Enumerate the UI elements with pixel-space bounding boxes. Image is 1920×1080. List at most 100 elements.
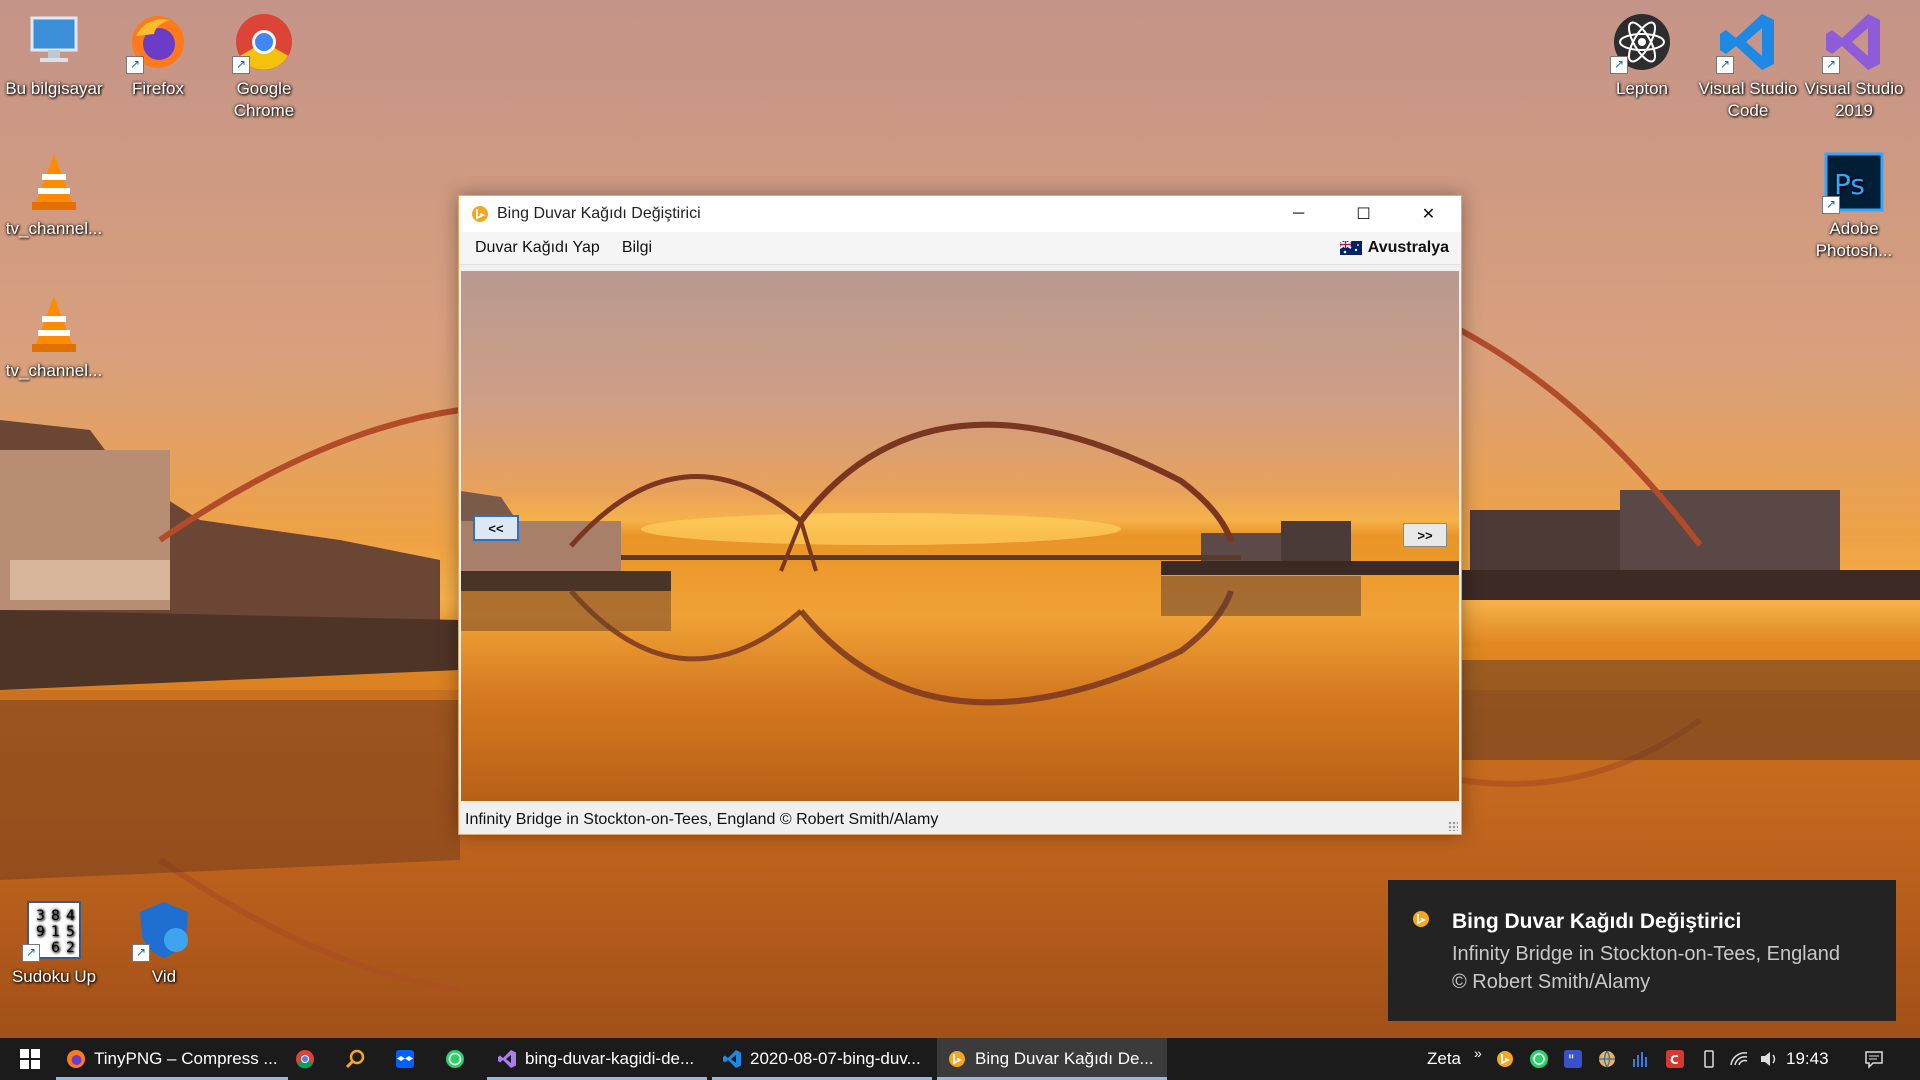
chrome-icon <box>296 1050 314 1069</box>
vlc-icon <box>22 292 86 356</box>
volume-icon[interactable] <box>1759 1049 1779 1069</box>
desktop-icon-label: Sudoku Up <box>11 967 97 986</box>
quote-app-tray-icon[interactable]: " <box>1563 1049 1583 1069</box>
computer-icon <box>22 10 86 74</box>
close-icon: ✕ <box>1421 206 1436 223</box>
sudoku-digit: 9 <box>36 924 45 940</box>
taskbar: TinyPNG – Compress ... bing-duvar-kagidi… <box>0 1038 1920 1080</box>
sudoku-digit: 4 <box>66 908 75 924</box>
taskbar-app-chrome[interactable] <box>290 1038 320 1080</box>
start-button[interactable] <box>12 1038 48 1080</box>
desktop-icon-label: Lepton <box>1616 79 1668 98</box>
next-wallpaper-button[interactable]: >> <box>1403 523 1447 547</box>
clock[interactable]: 19:43 <box>1786 1038 1829 1080</box>
bing-icon <box>1413 911 1429 927</box>
sudoku-digit: 2 <box>66 940 75 956</box>
shortcut-arrow-icon: ↗ <box>132 944 150 962</box>
ccleaner-tray-icon[interactable]: C <box>1665 1049 1685 1069</box>
desktop-icon-vscode[interactable]: ↗ Visual Studio Code <box>1696 10 1800 122</box>
minimize-button[interactable]: ─ <box>1266 196 1331 232</box>
desktop-icon-sudoku-up[interactable]: 3 8 4 9 1 5 6 2 ↗ Sudoku Up <box>2 898 106 988</box>
maximize-button[interactable]: ☐ <box>1331 196 1396 232</box>
minimize-icon: ─ <box>1292 205 1305 222</box>
taskbar-app-whatsapp[interactable] <box>440 1038 470 1080</box>
globe-tray-icon[interactable] <box>1597 1049 1617 1069</box>
taskbar-app-firefox[interactable]: TinyPNG – Compress ... <box>56 1038 288 1080</box>
desktop-icon-photoshop[interactable]: Ps ↗ Adobe Photosh... <box>1802 150 1906 262</box>
sudoku-digit: 6 <box>51 940 60 956</box>
menu-bar: Duvar Kağıdı Yap Bilgi Avustralya <box>459 232 1461 265</box>
svg-text:": " <box>1568 1053 1574 1069</box>
sudoku-icon: 3 8 4 9 1 5 6 2 ↗ <box>22 898 86 962</box>
desktop-icon-this-pc[interactable]: Bu bilgisayar <box>2 10 106 100</box>
bing-tray-icon[interactable] <box>1495 1049 1515 1069</box>
title-bar[interactable]: Bing Duvar Kağıdı Değiştirici ─ ☐ ✕ <box>459 196 1461 232</box>
menu-set-wallpaper[interactable]: Duvar Kağıdı Yap <box>464 232 611 264</box>
shortcut-arrow-icon: ↗ <box>22 944 40 962</box>
close-button[interactable]: ✕ <box>1396 196 1461 232</box>
shortcut-arrow-icon: ↗ <box>232 56 250 74</box>
toast-notification[interactable]: Bing Duvar Kağıdı Değiştirici Infinity B… <box>1388 880 1896 1021</box>
toast-body: Infinity Bridge in Stockton-on-Tees, Eng… <box>1452 943 1840 993</box>
bing-icon <box>949 1051 965 1067</box>
visual-studio-icon: ↗ <box>1822 10 1886 74</box>
firefox-icon <box>67 1050 85 1068</box>
wifi-icon[interactable] <box>1729 1049 1749 1069</box>
desktop-icon-firefox[interactable]: ↗ Firefox <box>106 10 210 100</box>
desktop-icon-visual-studio[interactable]: ↗ Visual Studio 2019 <box>1802 10 1906 122</box>
desktop-icon-lepton[interactable]: ↗ Lepton <box>1590 10 1694 100</box>
taskbar-app-bing-wallpaper[interactable]: Bing Duvar Kağıdı De... <box>937 1038 1167 1080</box>
notification-center-icon[interactable] <box>1864 1049 1884 1069</box>
dropbox-icon <box>396 1050 414 1068</box>
region-label: Avustralya <box>1367 239 1449 256</box>
desktop-icon-tv-channel-2[interactable]: tv_channel... <box>2 292 106 382</box>
vscode-icon <box>723 1050 741 1068</box>
audio-levels-tray-icon[interactable] <box>1631 1049 1651 1069</box>
shortcut-arrow-icon: ↗ <box>126 56 144 74</box>
usb-device-tray-icon[interactable] <box>1699 1049 1719 1069</box>
previous-wallpaper-button[interactable]: << <box>473 515 519 541</box>
desktop-icon-chrome[interactable]: ↗ Google Chrome <box>212 10 316 122</box>
desktop-icon-label: Firefox <box>132 79 184 98</box>
menu-info[interactable]: Bilgi <box>611 232 663 264</box>
desktop-icon-tv-channel-1[interactable]: tv_channel... <box>2 150 106 240</box>
tray-overflow-icon[interactable]: » <box>1474 1038 1482 1068</box>
maximize-icon: ☐ <box>1356 206 1371 223</box>
bing-wallpaper-changer-window: Bing Duvar Kağıdı Değiştirici ─ ☐ ✕ Duva… <box>458 195 1462 835</box>
desktop-icon-label: Vid <box>151 967 177 986</box>
taskbar-app-vscode[interactable]: 2020-08-07-bing-duv... <box>712 1038 932 1080</box>
taskbar-app-search[interactable] <box>340 1038 370 1080</box>
lepton-icon: ↗ <box>1610 10 1674 74</box>
desktop-icon-label: tv_channel... <box>5 219 103 238</box>
photoshop-icon: Ps ↗ <box>1822 150 1886 214</box>
visual-studio-icon <box>498 1050 516 1068</box>
region-selector[interactable]: Avustralya <box>1339 232 1449 264</box>
desktop-icon-label: Adobe Photosh... <box>1815 219 1893 260</box>
desktop-icon-label: tv_channel... <box>5 361 103 380</box>
vlc-icon <box>22 150 86 214</box>
taskbar-app-label: 2020-08-07-bing-duv... <box>750 1049 921 1068</box>
bing-icon <box>472 206 488 222</box>
taskbar-app-label: bing-duvar-kagidi-de... <box>525 1049 695 1068</box>
sudoku-digit: 5 <box>66 924 75 940</box>
shortcut-arrow-icon: ↗ <box>1822 56 1840 74</box>
wallpaper-preview-image: << >> <box>461 271 1459 801</box>
shortcut-arrow-icon: ↗ <box>1716 56 1734 74</box>
desktop-icon-label: Bu bilgisayar <box>5 79 103 98</box>
desktop-icon-vid[interactable]: ↗ Vid <box>112 898 216 988</box>
desktop-icon-label: Google Chrome <box>233 79 295 120</box>
taskbar-app-dropbox[interactable] <box>390 1038 420 1080</box>
shield-icon: ↗ <box>132 898 196 962</box>
sudoku-digit: 8 <box>51 908 60 924</box>
resize-grip-icon[interactable] <box>1448 821 1458 831</box>
weather-label[interactable]: Zeta <box>1427 1038 1461 1080</box>
wallpaper-caption: Infinity Bridge in Stockton-on-Tees, Eng… <box>465 811 939 828</box>
whatsapp-tray-icon[interactable] <box>1529 1049 1549 1069</box>
whatsapp-icon <box>446 1050 464 1068</box>
vscode-icon: ↗ <box>1716 10 1780 74</box>
windows-logo-icon <box>20 1049 40 1069</box>
sudoku-digit: 1 <box>51 924 60 940</box>
firefox-icon: ↗ <box>126 10 190 74</box>
taskbar-app-visual-studio[interactable]: bing-duvar-kagidi-de... <box>487 1038 707 1080</box>
window-title: Bing Duvar Kağıdı Değiştirici <box>497 205 701 222</box>
